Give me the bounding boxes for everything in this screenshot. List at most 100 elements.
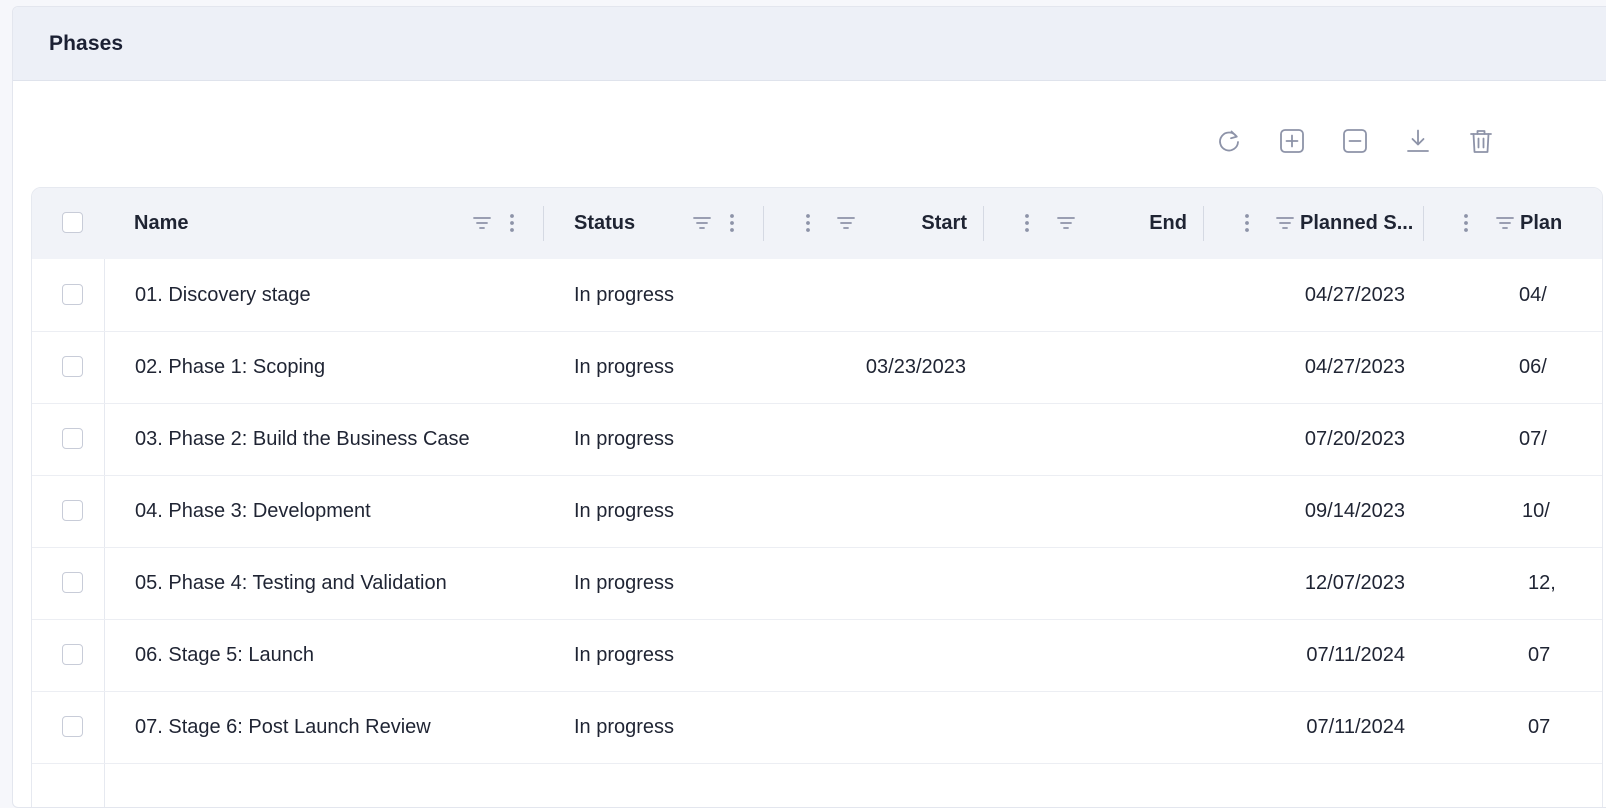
column-separator[interactable] xyxy=(983,206,984,241)
cell-name: 07. Stage 6: Post Launch Review xyxy=(135,715,431,738)
table-row[interactable]: 03. Phase 2: Build the Business Case In … xyxy=(32,403,1602,476)
cell-start xyxy=(782,475,966,547)
panel-header: Phases xyxy=(13,7,1606,81)
cell-end xyxy=(1002,259,1186,331)
cell-planned-start: 04/27/2023 xyxy=(1304,355,1405,378)
download-button[interactable] xyxy=(1400,123,1436,159)
cell-planned-start: 12/07/2023 xyxy=(1304,571,1405,594)
column-header-planned-end[interactable]: Plan xyxy=(1520,188,1562,259)
column-header-status[interactable]: Status xyxy=(574,188,635,259)
row-checkbox[interactable] xyxy=(62,284,83,305)
cell-planned-start: 09/14/2023 xyxy=(1304,499,1405,522)
planned-end-column-menu-icon[interactable] xyxy=(1453,210,1479,236)
phases-table: Name Status Start End Planned S... Plan … xyxy=(31,187,1603,807)
name-column-menu-icon[interactable] xyxy=(499,210,525,236)
cell-start: 03/23/2023 xyxy=(865,355,966,378)
status-filter-icon[interactable] xyxy=(689,210,715,236)
table-toolbar xyxy=(1211,123,1526,159)
cell-planned-start: 04/27/2023 xyxy=(1304,283,1405,306)
start-filter-icon[interactable] xyxy=(833,210,859,236)
cell-name: 03. Phase 2: Build the Business Case xyxy=(135,427,470,450)
add-square-icon xyxy=(1280,129,1304,153)
end-column-menu-icon[interactable] xyxy=(1014,210,1040,236)
cell-planned-end: 07/ xyxy=(1519,427,1547,450)
column-separator[interactable] xyxy=(1203,206,1204,241)
cell-name: 06. Stage 5: Launch xyxy=(135,643,315,666)
cell-name: 04. Phase 3: Development xyxy=(135,499,371,522)
cell-planned-end: 12, xyxy=(1528,571,1556,594)
column-separator[interactable] xyxy=(763,206,764,241)
column-separator[interactable] xyxy=(543,206,544,241)
cell-end xyxy=(1002,619,1186,691)
cell-start xyxy=(782,259,966,331)
cell-planned-end: 06/ xyxy=(1519,355,1547,378)
cell-planned-end: 10/ xyxy=(1522,499,1550,522)
cell-planned-end: 07 xyxy=(1528,715,1551,738)
cell-end xyxy=(1002,331,1186,403)
column-separator[interactable] xyxy=(1423,206,1424,241)
table-row[interactable]: 05. Phase 4: Testing and Validation In p… xyxy=(32,547,1602,620)
cell-status: In progress xyxy=(574,283,675,306)
cell-start xyxy=(782,691,966,763)
column-label-end: End xyxy=(1149,212,1187,234)
row-checkbox[interactable] xyxy=(62,356,83,377)
table-header: Name Status Start End Planned S... Plan xyxy=(32,188,1602,259)
cell-status: In progress xyxy=(574,499,675,522)
cell-name: 02. Phase 1: Scoping xyxy=(135,355,326,378)
planned-end-filter-icon[interactable] xyxy=(1492,210,1518,236)
end-filter-icon[interactable] xyxy=(1053,210,1079,236)
cell-status: In progress xyxy=(574,643,675,666)
select-all-checkbox[interactable] xyxy=(62,212,83,233)
refresh-icon xyxy=(1219,130,1239,152)
table-row[interactable]: 02. Phase 1: Scoping In progress 03/23/2… xyxy=(32,331,1602,404)
remove-row-button[interactable] xyxy=(1337,123,1373,159)
table-row[interactable]: 01. Discovery stage In progress 04/27/20… xyxy=(32,259,1602,332)
column-label-status: Status xyxy=(574,212,636,234)
trash-icon xyxy=(1470,130,1492,153)
panel-title: Phases xyxy=(49,31,124,55)
column-header-planned-start[interactable]: Planned S... xyxy=(1300,188,1413,259)
table-row[interactable]: 07. Stage 6: Post Launch Review In progr… xyxy=(32,691,1602,764)
cell-status: In progress xyxy=(574,427,675,450)
planned-start-column-menu-icon[interactable] xyxy=(1234,210,1260,236)
cell-end xyxy=(1002,403,1186,475)
column-header-end[interactable]: End xyxy=(1092,188,1187,259)
add-row-button[interactable] xyxy=(1274,123,1310,159)
column-header-start[interactable]: Start xyxy=(872,188,967,259)
status-column-menu-icon[interactable] xyxy=(719,210,745,236)
download-icon xyxy=(1407,129,1429,152)
row-checkbox[interactable] xyxy=(62,428,83,449)
cell-start xyxy=(782,619,966,691)
column-label-planned-start: Planned S... xyxy=(1300,212,1414,234)
refresh-button[interactable] xyxy=(1211,123,1247,159)
remove-square-icon xyxy=(1343,129,1367,153)
cell-planned-start: 07/11/2024 xyxy=(1306,715,1405,738)
row-checkbox[interactable] xyxy=(62,644,83,665)
cell-status: In progress xyxy=(574,571,675,594)
cell-status: In progress xyxy=(574,355,675,378)
cell-name: 05. Phase 4: Testing and Validation xyxy=(135,571,447,594)
cell-planned-start: 07/11/2024 xyxy=(1306,643,1405,666)
start-column-menu-icon[interactable] xyxy=(795,210,821,236)
planned-start-filter-icon[interactable] xyxy=(1272,210,1298,236)
cell-end xyxy=(1002,475,1186,547)
table-row[interactable]: 06. Stage 5: Launch In progress 07/11/20… xyxy=(32,619,1602,692)
row-checkbox[interactable] xyxy=(62,716,83,737)
column-label-name: Name xyxy=(134,212,189,234)
cell-planned-start: 07/20/2023 xyxy=(1304,427,1405,450)
column-label-planned-end: Plan xyxy=(1520,212,1563,234)
cell-status: In progress xyxy=(574,715,675,738)
cell-end xyxy=(1002,691,1186,763)
column-header-name[interactable]: Name xyxy=(134,188,188,259)
row-checkbox[interactable] xyxy=(62,572,83,593)
cell-start xyxy=(782,547,966,619)
column-label-start: Start xyxy=(921,212,967,234)
delete-button[interactable] xyxy=(1463,123,1499,159)
cell-end xyxy=(1002,547,1186,619)
cell-name: 01. Discovery stage xyxy=(135,283,311,306)
row-checkbox[interactable] xyxy=(62,500,83,521)
cell-planned-end: 04/ xyxy=(1519,283,1547,306)
table-row[interactable]: 04. Phase 3: Development In progress 09/… xyxy=(32,475,1602,548)
name-filter-icon[interactable] xyxy=(469,210,495,236)
cell-planned-end: 07 xyxy=(1528,643,1551,666)
